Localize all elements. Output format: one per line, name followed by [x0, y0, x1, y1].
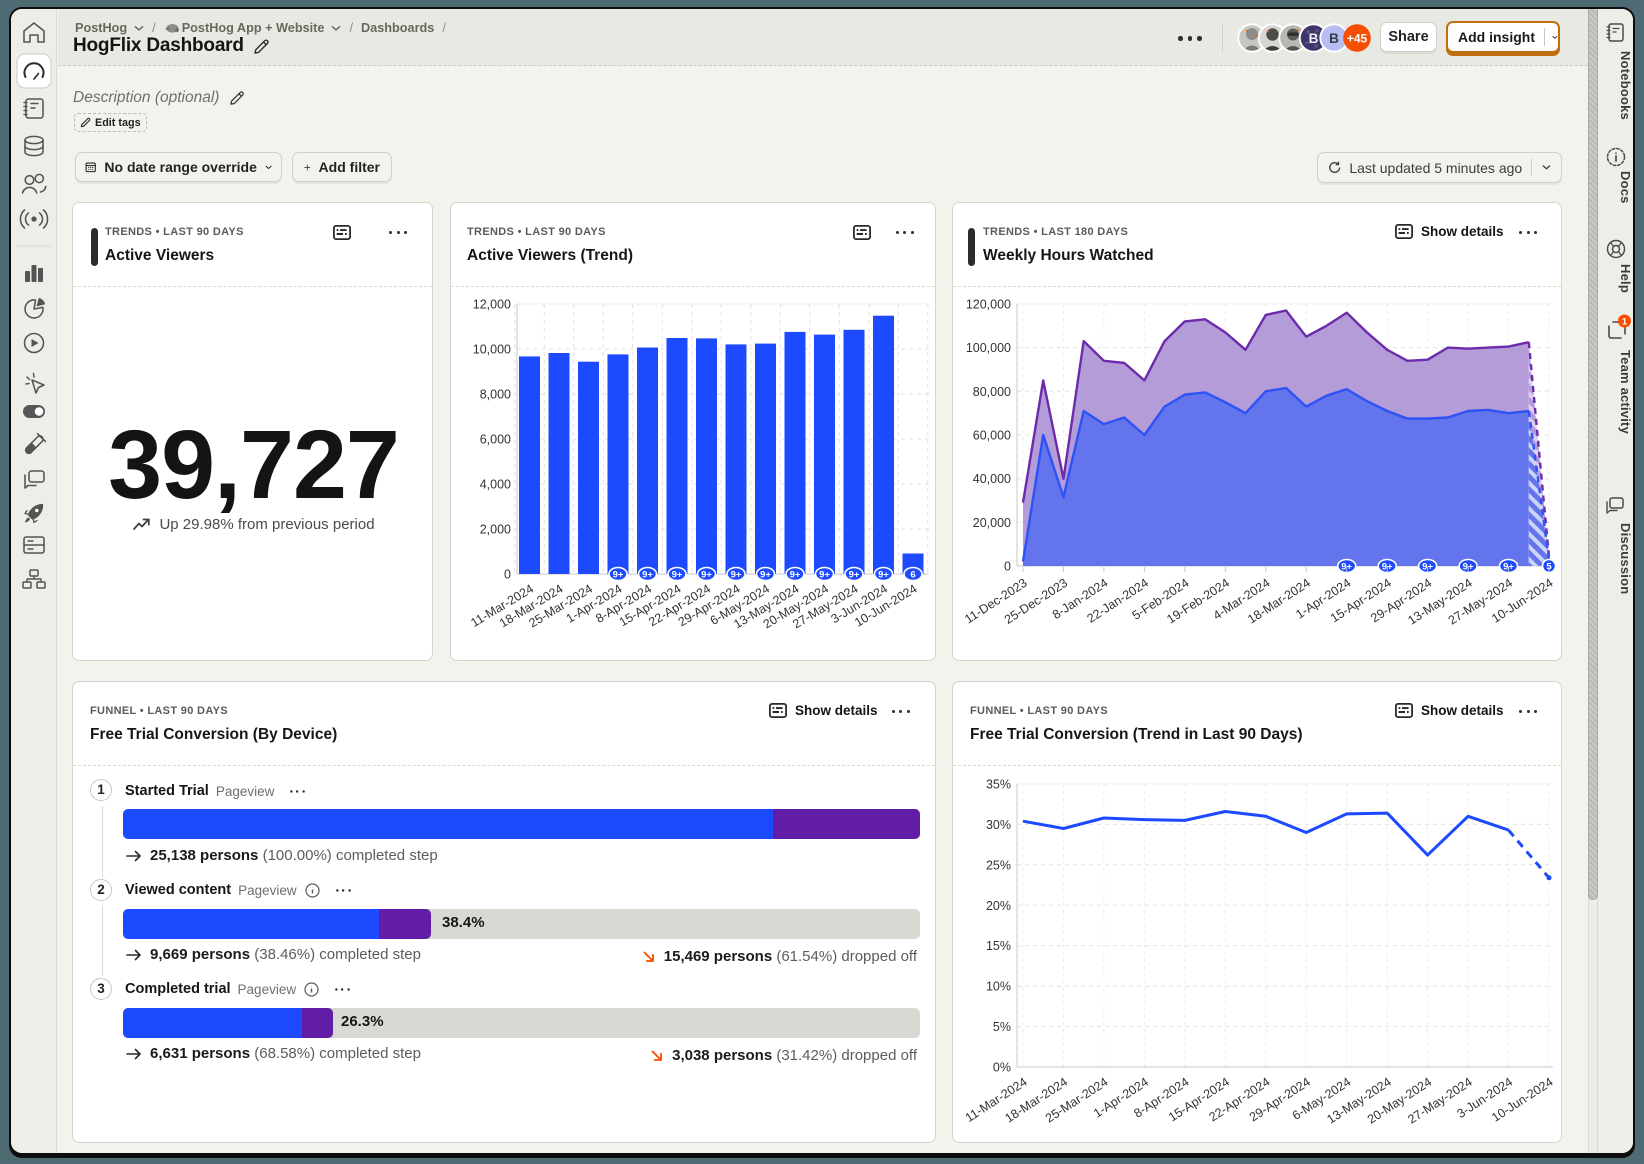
svg-text:9+: 9+	[790, 570, 801, 581]
svg-text:Help: Help	[1618, 264, 1633, 293]
svg-text:+45: +45	[1347, 32, 1368, 46]
svg-text:30%: 30%	[986, 818, 1011, 832]
svg-text:0: 0	[504, 568, 511, 582]
svg-text:5%: 5%	[993, 1020, 1011, 1034]
svg-text:20%: 20%	[986, 899, 1011, 913]
svg-text:9+: 9+	[849, 570, 860, 581]
svg-text:8,000: 8,000	[480, 388, 511, 402]
svg-text:80,000: 80,000	[973, 385, 1011, 399]
svg-text:1: 1	[1622, 317, 1627, 327]
svg-text:Notebooks: Notebooks	[1618, 51, 1633, 120]
svg-text:0%: 0%	[993, 1061, 1011, 1075]
svg-text:9+: 9+	[731, 570, 742, 581]
svg-text:6,000: 6,000	[480, 433, 511, 447]
svg-text:9+: 9+	[878, 570, 889, 581]
svg-text:9+: 9+	[701, 570, 712, 581]
svg-text:Team activity: Team activity	[1618, 350, 1633, 435]
svg-text:B: B	[1309, 31, 1319, 46]
svg-text:Docs: Docs	[1618, 171, 1633, 204]
svg-text:10%: 10%	[986, 980, 1011, 994]
svg-text:2,000: 2,000	[480, 523, 511, 537]
svg-text:12,000: 12,000	[473, 298, 511, 312]
svg-text:0: 0	[1004, 560, 1011, 574]
svg-text:25%: 25%	[986, 858, 1011, 872]
svg-text:10,000: 10,000	[473, 343, 511, 357]
svg-text:6: 6	[910, 570, 915, 581]
svg-text:20,000: 20,000	[973, 516, 1011, 530]
svg-text:9+: 9+	[613, 570, 624, 581]
svg-text:Discussion: Discussion	[1618, 523, 1633, 594]
svg-text:9+: 9+	[672, 570, 683, 581]
svg-text:4,000: 4,000	[480, 478, 511, 492]
svg-text:60,000: 60,000	[973, 429, 1011, 443]
svg-text:B: B	[1329, 31, 1339, 46]
svg-text:9+: 9+	[642, 570, 653, 581]
svg-text:100,000: 100,000	[966, 341, 1011, 355]
svg-text:9+: 9+	[760, 570, 771, 581]
svg-text:120,000: 120,000	[966, 298, 1011, 312]
svg-text:35%: 35%	[986, 778, 1011, 792]
svg-text:9+: 9+	[819, 570, 830, 581]
svg-text:15%: 15%	[986, 939, 1011, 953]
svg-text:40,000: 40,000	[973, 472, 1011, 486]
